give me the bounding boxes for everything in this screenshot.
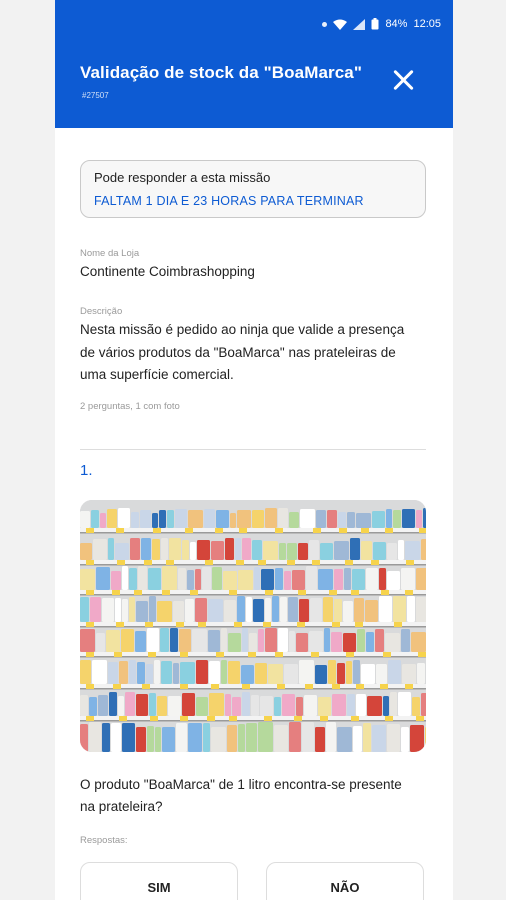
divider bbox=[80, 449, 426, 450]
battery-level: 84% bbox=[385, 18, 408, 30]
answer-no-button[interactable]: NÃO bbox=[266, 862, 424, 900]
description-label: Descrição bbox=[80, 306, 123, 317]
questions-summary: 2 perguntas, 1 com foto bbox=[80, 401, 180, 412]
mission-screen: 84% 12:05 Validação de stock da "BoaMarc… bbox=[55, 0, 453, 900]
notification-dot-icon bbox=[322, 21, 328, 27]
store-name: Continente Coimbrashopping bbox=[80, 264, 255, 279]
answer-yes-button[interactable]: SIM bbox=[80, 862, 238, 900]
store-label: Nome da Loja bbox=[80, 248, 140, 259]
page-title: Validação de stock da "BoaMarca" bbox=[80, 63, 362, 82]
time-remaining-text: FALTAM 1 DIA E 23 HORAS PARA TERMINAR bbox=[94, 194, 364, 208]
close-icon[interactable] bbox=[391, 68, 415, 92]
wifi-icon bbox=[333, 19, 348, 30]
app-header: 84% 12:05 Validação de stock da "BoaMarc… bbox=[55, 0, 453, 128]
shelf-illustration bbox=[80, 500, 426, 752]
question-number: 1. bbox=[80, 462, 93, 479]
clock: 12:05 bbox=[413, 18, 441, 30]
battery-icon bbox=[371, 18, 379, 30]
question-text: O produto "BoaMarca" de 1 litro encontra… bbox=[80, 777, 402, 814]
signal-icon bbox=[353, 18, 366, 30]
mission-id: #27507 bbox=[82, 91, 109, 100]
availability-text: Pode responder a esta missão bbox=[94, 170, 271, 185]
supermarket-shelf-photo bbox=[80, 500, 426, 752]
availability-notice: Pode responder a esta missão FALTAM 1 DI… bbox=[80, 160, 426, 218]
answers-label: Respostas: bbox=[80, 835, 128, 846]
status-bar: 84% 12:05 bbox=[322, 18, 441, 30]
description-text: Nesta missão é pedido ao ninja que valid… bbox=[80, 322, 405, 382]
